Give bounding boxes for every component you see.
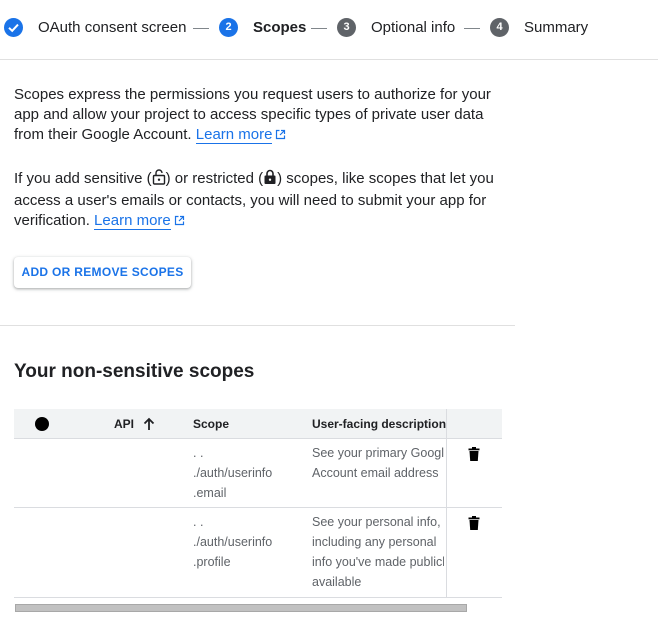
select-all-checkbox[interactable] <box>35 417 49 431</box>
scope-text-line: . . <box>193 515 204 529</box>
check-circle-icon <box>4 18 23 37</box>
description-text-line: See your personal info, <box>312 515 441 529</box>
step-label-oauth-consent[interactable]: OAuth consent screen <box>38 18 186 38</box>
scope-cell: . . ./auth/userinfo .profile <box>193 512 272 572</box>
external-link-icon[interactable] <box>275 126 286 146</box>
section-divider <box>0 325 515 326</box>
column-header-scope[interactable]: Scope <box>193 416 229 432</box>
scope-text-line: ./auth/userinfo <box>193 466 273 480</box>
scope-cell: . . ./auth/userinfo .email <box>193 443 272 503</box>
step-connector <box>311 28 327 29</box>
learn-more-label: Learn more <box>94 212 171 229</box>
verification-notice: If you add sensitive () or restricted ()… <box>14 169 514 232</box>
description-text-line: info you've made publicly <box>312 555 444 569</box>
step-connector <box>464 28 480 29</box>
horizontal-scrollbar[interactable] <box>14 603 502 613</box>
scope-text-line: . . <box>193 446 204 460</box>
description-text-line: Account email address <box>312 466 439 480</box>
scope-text-line: .email <box>193 486 227 500</box>
step-number-badge: 4 <box>490 18 509 37</box>
column-header-api[interactable]: API <box>114 416 134 432</box>
step-number-badge: 2 <box>219 18 238 37</box>
trash-icon[interactable] <box>468 447 480 466</box>
scopes-description: Scopes express the permissions you reque… <box>14 85 514 146</box>
description-text-line: including any personal <box>312 535 437 549</box>
table-header: API Scope User-facing description <box>14 409 502 439</box>
learn-more-link[interactable]: Learn more <box>195 126 273 144</box>
column-header-description[interactable]: User-facing description <box>312 416 446 432</box>
step-label-summary[interactable]: Summary <box>524 18 588 38</box>
scopes-table: API Scope User-facing description . . ./… <box>14 409 502 598</box>
verification-text-part1: If you add sensitive ( <box>14 170 152 187</box>
lock-open-icon <box>152 169 166 191</box>
description-text-line: See your primary Google <box>312 446 444 460</box>
stepper: OAuth consent screen 2 Scopes 3 Optional… <box>0 0 658 60</box>
table-row: . . ./auth/userinfo .email See your prim… <box>14 439 502 508</box>
scope-text-line: ./auth/userinfo <box>193 535 273 549</box>
scope-text-line: .profile <box>193 555 231 569</box>
learn-more-link[interactable]: Learn more <box>94 212 171 230</box>
trash-icon[interactable] <box>468 516 480 535</box>
step-label-optional-info[interactable]: Optional info <box>371 18 455 38</box>
add-or-remove-scopes-button[interactable]: ADD OR REMOVE SCOPES <box>14 257 191 288</box>
description-cell: See your personal info, including any pe… <box>312 512 444 598</box>
scrollbar-thumb[interactable] <box>15 604 467 612</box>
section-title: Your non-sensitive scopes <box>14 361 255 382</box>
verification-text-part2: ) or restricted ( <box>165 170 264 187</box>
step-label-scopes[interactable]: Scopes <box>253 18 306 38</box>
description-text-line: available <box>312 575 362 589</box>
lock-icon <box>263 169 277 191</box>
external-link-icon[interactable] <box>174 212 185 232</box>
actions-column-divider <box>446 409 447 598</box>
step-number-badge: 3 <box>337 18 356 37</box>
arrow-upward-icon[interactable] <box>143 417 155 436</box>
description-cell: See your primary Google Account email ad… <box>312 443 444 511</box>
step-connector <box>193 28 209 29</box>
learn-more-label: Learn more <box>195 126 273 143</box>
table-row: . . ./auth/userinfo .profile See your pe… <box>14 508 502 598</box>
